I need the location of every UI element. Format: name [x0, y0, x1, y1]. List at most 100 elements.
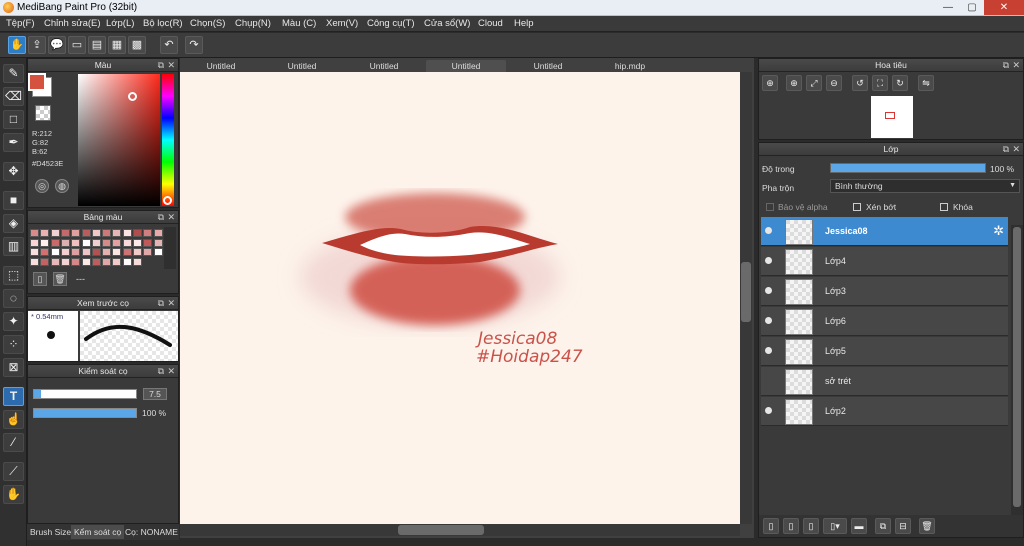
menu-edit[interactable]: Chỉnh sửa(E) — [44, 18, 101, 29]
palette-swatch[interactable] — [112, 229, 122, 237]
palette-swatch[interactable] — [143, 238, 153, 247]
horizontal-scrollbar[interactable] — [180, 524, 740, 536]
lock-checkbox[interactable] — [940, 203, 948, 211]
visibility-icon[interactable] — [765, 347, 772, 354]
tab-brush-control[interactable]: Kểm soát cọ — [71, 525, 125, 539]
palette-swatch[interactable] — [122, 238, 132, 247]
brush-size-value[interactable]: 7.5 — [143, 388, 167, 400]
select-eraser-icon[interactable]: ⊠ — [3, 358, 24, 377]
palette-swatch[interactable] — [60, 248, 70, 256]
palette-swatch[interactable] — [153, 238, 163, 247]
visibility-icon[interactable] — [765, 257, 772, 264]
palette-swatch[interactable] — [40, 238, 50, 247]
palette-swatch[interactable] — [40, 248, 50, 256]
undock-icon[interactable]: ⧉ — [158, 297, 164, 309]
new-1bit-layer-icon[interactable]: ▯ — [803, 518, 819, 534]
lasso-icon[interactable]: ◌ — [3, 289, 24, 308]
color-settings-icon[interactable]: ◍ — [55, 179, 69, 193]
doc-tab-5[interactable]: Untitled — [508, 60, 588, 72]
flip-icon[interactable]: ⇋ — [918, 75, 934, 91]
undock-icon[interactable]: ⧉ — [158, 211, 164, 223]
undo-button[interactable]: ↶ — [160, 36, 178, 54]
text-icon[interactable]: T — [3, 387, 24, 406]
layer-list-scrollbar[interactable] — [1011, 225, 1023, 515]
close-icon[interactable]: ✕ — [167, 59, 175, 71]
select-icon[interactable]: ⬚ — [3, 266, 24, 285]
palette-swatch[interactable] — [91, 238, 101, 247]
palette-swatch[interactable] — [30, 248, 39, 256]
maximize-button[interactable]: ▢ — [960, 0, 984, 15]
saturation-value-picker[interactable] — [78, 74, 160, 206]
close-icon[interactable]: ✕ — [167, 211, 175, 223]
visibility-icon[interactable] — [765, 287, 772, 294]
pen-icon[interactable]: ✒ — [3, 133, 24, 152]
chat-icon[interactable]: 💬 — [48, 36, 66, 54]
zoom-out-icon[interactable]: ⊖ — [826, 75, 842, 91]
hand-tool-icon[interactable]: ✋ — [3, 485, 24, 504]
bucket-icon[interactable]: ◈ — [3, 214, 24, 233]
vertical-scroll-thumb[interactable] — [741, 262, 751, 322]
rotate-right-icon[interactable]: ↻ — [892, 75, 908, 91]
doc-tab-2[interactable]: Untitled — [262, 60, 342, 72]
brush-size-slider[interactable] — [33, 389, 137, 399]
layer-list-scroll-thumb[interactable] — [1013, 227, 1021, 507]
cloud-upload-icon[interactable]: ⇪ — [28, 36, 46, 54]
menu-filter[interactable]: Bộ lọc(R) — [143, 18, 183, 29]
palette-swatch[interactable] — [50, 238, 60, 247]
transparent-swatch[interactable] — [35, 105, 51, 121]
magic-wand-icon[interactable]: ✦ — [3, 312, 24, 331]
brush-icon[interactable]: ✎ — [3, 64, 24, 83]
layer-row[interactable]: Jessica08 ✲ — [761, 217, 1008, 246]
duplicate-layer-icon[interactable]: ⧉ — [875, 518, 891, 534]
layer-opacity-slider[interactable] — [830, 163, 986, 173]
palette-swatch[interactable] — [112, 248, 122, 256]
zoom-in-icon[interactable]: ⊕ — [762, 75, 778, 91]
move-icon[interactable]: ✥ — [3, 162, 24, 181]
doc-tab-3[interactable]: Untitled — [344, 60, 424, 72]
layer-row[interactable]: Lớp2 — [761, 397, 1008, 426]
horizontal-scroll-thumb[interactable] — [398, 525, 484, 535]
new-palette-icon[interactable]: ▯ — [33, 272, 47, 286]
palette-swatch[interactable] — [112, 257, 122, 266]
palette-swatch[interactable] — [40, 229, 50, 237]
close-icon[interactable]: ✕ — [1012, 59, 1020, 71]
palette-swatch[interactable] — [102, 257, 112, 266]
palette-swatch[interactable] — [91, 248, 101, 256]
palette-swatch[interactable] — [143, 248, 153, 256]
visibility-icon[interactable] — [765, 227, 772, 234]
fit-icon[interactable]: ⤢ — [806, 75, 822, 91]
gradient-icon[interactable]: ▥ — [3, 237, 24, 256]
palette-swatch[interactable] — [102, 248, 112, 256]
palette-swatch[interactable] — [133, 238, 142, 247]
delete-layer-icon[interactable]: 🗑 — [919, 518, 935, 534]
palette-swatch[interactable] — [102, 229, 112, 237]
close-icon[interactable]: ✕ — [167, 297, 175, 309]
fit-window-icon[interactable]: ⛶ — [872, 75, 888, 91]
close-icon[interactable]: ✕ — [167, 365, 175, 377]
doc-tab-4[interactable]: Untitled — [426, 60, 506, 72]
menu-tools[interactable]: Công cụ(T) — [367, 18, 415, 29]
new-layer-icon[interactable]: ▯ — [763, 518, 779, 534]
menu-file[interactable]: Tệp(F) — [6, 18, 35, 29]
rotate-left-icon[interactable]: ↺ — [852, 75, 868, 91]
palette-swatch[interactable] — [30, 238, 39, 247]
drawing-canvas[interactable]: Jessica08 #Hoidap247 — [180, 72, 740, 524]
eraser-icon[interactable]: ⌫ — [3, 87, 24, 106]
redo-button[interactable]: ↷ — [185, 36, 203, 54]
navigator-preview[interactable] — [871, 96, 913, 138]
palette-swatch[interactable] — [122, 229, 132, 237]
palette-swatch[interactable] — [81, 238, 91, 247]
palette-swatch[interactable] — [133, 257, 142, 266]
menu-cloud[interactable]: Cloud — [478, 18, 503, 29]
palette-scrollbar[interactable] — [164, 227, 176, 269]
undock-icon[interactable]: ⧉ — [1003, 59, 1009, 71]
clipping-checkbox[interactable] — [853, 203, 861, 211]
layer-row[interactable]: Lớp6 — [761, 307, 1008, 336]
vertical-scrollbar[interactable] — [740, 72, 752, 524]
close-icon[interactable]: ✕ — [1012, 143, 1020, 155]
operation-icon[interactable]: ☝ — [3, 410, 24, 429]
layer-row[interactable]: sở trét — [761, 367, 1008, 396]
zoom-in2-icon[interactable]: ⊕ — [786, 75, 802, 91]
color-picker-cursor[interactable] — [128, 92, 137, 101]
palette-swatch[interactable] — [60, 257, 70, 266]
